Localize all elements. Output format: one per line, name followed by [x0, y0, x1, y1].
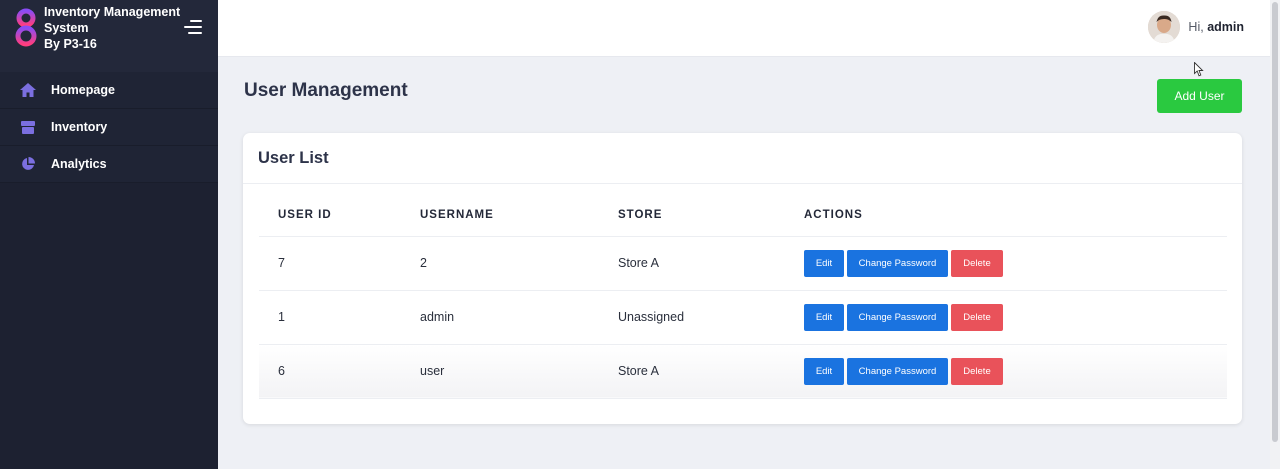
avatar — [1148, 11, 1181, 43]
sidebar-nav: Homepage Inventory Analytics — [0, 72, 218, 183]
sidebar-item-analytics[interactable]: Analytics — [0, 146, 218, 183]
table-row: 1 admin Unassigned Edit Change Password … — [259, 290, 1227, 345]
edit-button[interactable]: Edit — [804, 303, 844, 331]
cell-store: Store A — [618, 344, 804, 399]
cell-user-id: 1 — [259, 290, 420, 345]
sidebar-item-inventory[interactable]: Inventory — [0, 109, 218, 146]
top-bar: Hi, admin — [218, 0, 1270, 57]
card-title: User List — [243, 133, 1242, 184]
change-password-button[interactable]: Change Password — [847, 303, 948, 331]
user-greeting: Hi, admin — [1188, 20, 1244, 34]
greeting-text: Hi, — [1188, 20, 1204, 34]
cell-user-id: 6 — [259, 344, 420, 399]
sidebar-item-label: Analytics — [51, 157, 107, 171]
brand-logo-icon — [15, 8, 37, 47]
menu-toggle-icon[interactable] — [184, 20, 202, 34]
cell-store: Unassigned — [618, 290, 804, 345]
home-icon — [20, 82, 36, 98]
change-password-button[interactable]: Change Password — [847, 249, 948, 277]
cell-username: admin — [420, 290, 618, 345]
edit-button[interactable]: Edit — [804, 357, 844, 385]
column-header-user-id: USER ID — [259, 200, 420, 237]
cell-store: Store A — [618, 236, 804, 291]
add-user-button[interactable]: Add User — [1157, 79, 1242, 113]
sidebar-item-homepage[interactable]: Homepage — [0, 72, 218, 109]
username-text: admin — [1207, 20, 1244, 34]
cell-username: 2 — [420, 236, 618, 291]
user-table: USER ID USERNAME STORE ACTIONS 7 2 Store… — [259, 200, 1227, 399]
scrollbar-thumb[interactable] — [1272, 2, 1278, 442]
sidebar: Inventory Management System By P3-16 Hom… — [0, 0, 218, 469]
column-header-store: STORE — [618, 200, 804, 237]
table-row: 7 2 Store A Edit Change Password Delete — [259, 236, 1227, 291]
delete-button[interactable]: Delete — [951, 303, 1003, 331]
delete-button[interactable]: Delete — [951, 249, 1003, 277]
change-password-button[interactable]: Change Password — [847, 357, 948, 385]
pie-chart-icon — [20, 156, 36, 172]
column-header-actions: ACTIONS — [804, 200, 1227, 237]
sidebar-item-label: Inventory — [51, 120, 108, 134]
table-row: 6 user Store A Edit Change Password Dele… — [259, 344, 1227, 399]
brand-title: Inventory Management System By P3-16 — [44, 4, 194, 52]
page-title: User Management — [244, 80, 408, 101]
sidebar-item-label: Homepage — [51, 83, 115, 97]
cell-actions: Edit Change Password Delete — [804, 236, 1227, 291]
cell-username: user — [420, 344, 618, 399]
edit-button[interactable]: Edit — [804, 249, 844, 277]
user-menu[interactable]: Hi, admin — [1148, 11, 1244, 43]
brand-title-line1: Inventory Management — [44, 5, 181, 19]
cell-actions: Edit Change Password Delete — [804, 344, 1227, 399]
table-header-row: USER ID USERNAME STORE ACTIONS — [259, 200, 1227, 237]
page-scrollbar[interactable] — [1270, 0, 1280, 469]
brand-header: Inventory Management System By P3-16 — [0, 0, 218, 72]
brand-title-line3: By P3-16 — [44, 37, 97, 51]
mouse-cursor-icon — [1194, 62, 1204, 77]
delete-button[interactable]: Delete — [951, 357, 1003, 385]
brand-title-line2: System — [44, 21, 89, 35]
column-header-username: USERNAME — [420, 200, 618, 237]
cell-user-id: 7 — [259, 236, 420, 291]
cell-actions: Edit Change Password Delete — [804, 290, 1227, 345]
box-icon — [20, 119, 36, 135]
user-list-card: User List USER ID USERNAME STORE ACTIONS… — [243, 133, 1242, 424]
